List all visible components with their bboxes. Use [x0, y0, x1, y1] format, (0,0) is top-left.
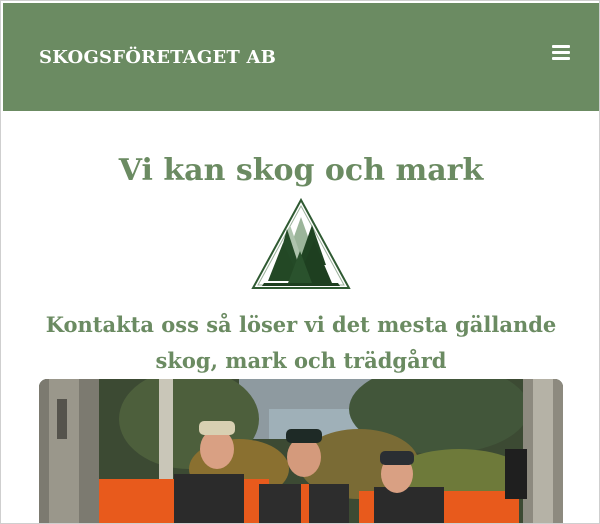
forest-triangle-logo-icon — [251, 197, 351, 289]
menu-bar — [552, 57, 570, 60]
hero-tagline: Kontakta oss så löser vi det mesta gälla… — [45, 312, 557, 373]
menu-bar — [552, 51, 570, 54]
page-frame: SKOGSFÖRETAGET AB Vi kan skog och mark K… — [0, 0, 600, 524]
hamburger-menu-icon[interactable] — [552, 44, 572, 62]
site-header: SKOGSFÖRETAGET AB — [3, 3, 599, 111]
brand-name[interactable]: SKOGSFÖRETAGET AB — [39, 47, 276, 68]
menu-bar — [552, 45, 570, 48]
team-photo — [39, 379, 563, 523]
hero-title: Vi kan skog och mark — [118, 153, 484, 188]
